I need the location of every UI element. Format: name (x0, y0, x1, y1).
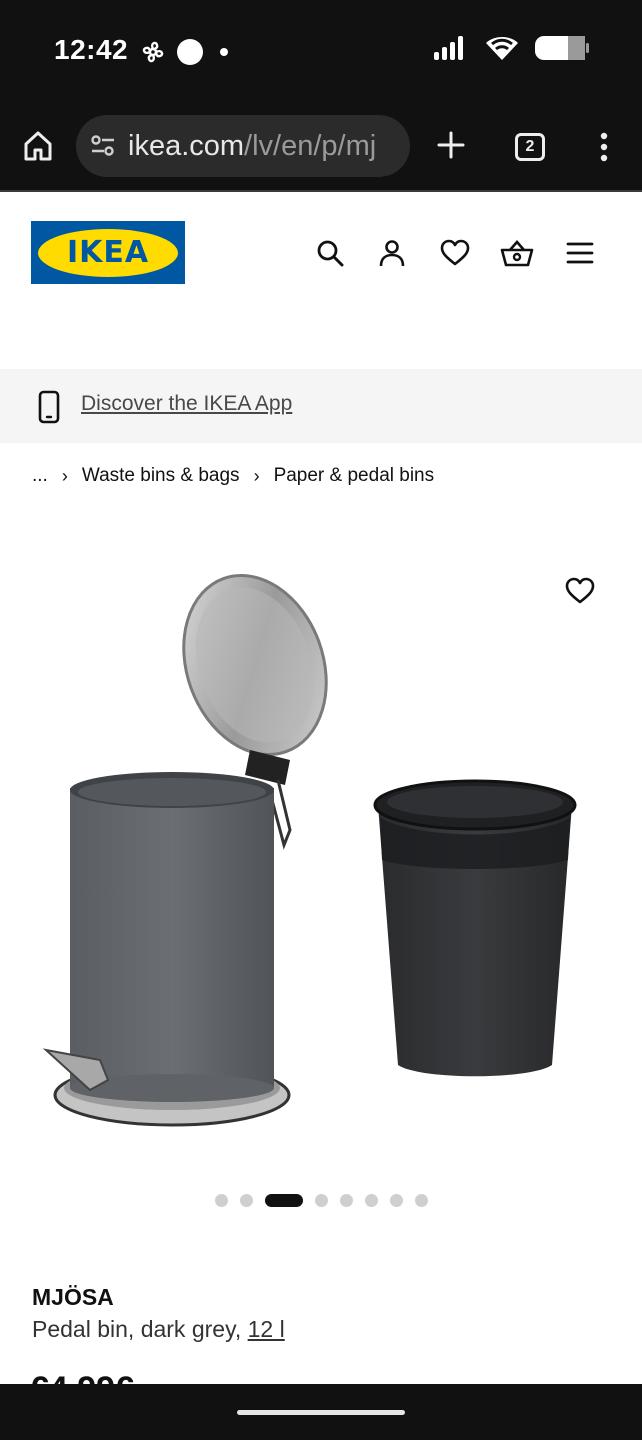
chevron-right-icon: › (253, 465, 260, 486)
site-settings-icon[interactable] (90, 135, 116, 157)
url-field[interactable]: ikea.com/lv/en/p/mj (76, 115, 410, 177)
heart-icon (440, 239, 470, 266)
menu-button[interactable] (566, 241, 594, 270)
signal-icon (434, 36, 463, 60)
status-time: 12:42 (54, 34, 129, 65)
home-gesture-handle[interactable] (237, 1410, 405, 1415)
carousel-dot[interactable] (364, 1194, 378, 1207)
cart-button[interactable] (500, 239, 534, 272)
carousel-dot[interactable] (314, 1194, 328, 1207)
carousel-dot[interactable] (389, 1194, 403, 1207)
status-right-icons (434, 34, 590, 62)
url-path: /lv/en/p/mj (244, 129, 377, 162)
breadcrumb: ... › Waste bins & bags › Paper & pedal … (32, 465, 434, 487)
breadcrumb-item[interactable]: Waste bins & bags (82, 465, 240, 487)
heart-icon (565, 577, 595, 604)
product-description: Pedal bin, dark grey, 12 l (32, 1316, 285, 1343)
app-banner: Discover the IKEA App (0, 369, 642, 443)
home-icon (24, 131, 52, 161)
carousel-dot[interactable] (414, 1194, 428, 1207)
status-bar: 12:42 (0, 0, 642, 100)
image-carousel-indicator (0, 1194, 642, 1207)
status-left-icons (140, 38, 234, 66)
system-navigation-bar (0, 1384, 642, 1440)
save-to-favourites-button[interactable] (565, 577, 595, 610)
carousel-dot[interactable] (214, 1194, 228, 1207)
circle-icon (177, 39, 203, 65)
hamburger-menu-icon (566, 242, 594, 264)
tab-switcher-button[interactable]: 2 (515, 133, 545, 161)
battery-icon (535, 36, 589, 60)
logo-text: IKEA (66, 235, 150, 270)
more-vertical-icon (600, 132, 608, 162)
basket-icon (500, 240, 534, 267)
home-button[interactable] (22, 130, 54, 167)
wishlist-button[interactable] (440, 239, 470, 272)
account-button[interactable] (378, 239, 406, 272)
user-icon (379, 240, 405, 267)
search-button[interactable] (316, 239, 344, 272)
breadcrumb-item[interactable]: Paper & pedal bins (274, 465, 435, 487)
plus-icon (437, 131, 465, 159)
wifi-icon (486, 37, 518, 60)
product-image[interactable] (40, 560, 600, 1150)
fan-icon (142, 41, 164, 63)
product-volume-link[interactable]: 12 l (248, 1316, 285, 1342)
carousel-dot[interactable] (264, 1194, 303, 1207)
product-price: €4.99€ (30, 1370, 134, 1384)
browser-toolbar: ikea.com/lv/en/p/mj 2 (0, 100, 642, 192)
ikea-logo[interactable]: IKEA (31, 221, 185, 284)
discover-app-link[interactable]: Discover the IKEA App (81, 392, 292, 416)
notification-dot-icon (220, 48, 228, 56)
url-host: ikea.com (128, 129, 245, 162)
new-tab-button[interactable] (436, 130, 466, 165)
product-name: MJÖSA (32, 1284, 114, 1310)
browser-menu-button[interactable] (598, 132, 610, 167)
search-icon (317, 240, 344, 267)
chevron-right-icon: › (61, 465, 68, 486)
product-description-text: Pedal bin, dark grey, (32, 1316, 242, 1342)
smartphone-icon (38, 390, 60, 424)
site-header: IKEA (0, 192, 642, 368)
carousel-dot[interactable] (339, 1194, 353, 1207)
breadcrumb-ellipsis[interactable]: ... (32, 465, 48, 487)
carousel-dot[interactable] (239, 1194, 253, 1207)
